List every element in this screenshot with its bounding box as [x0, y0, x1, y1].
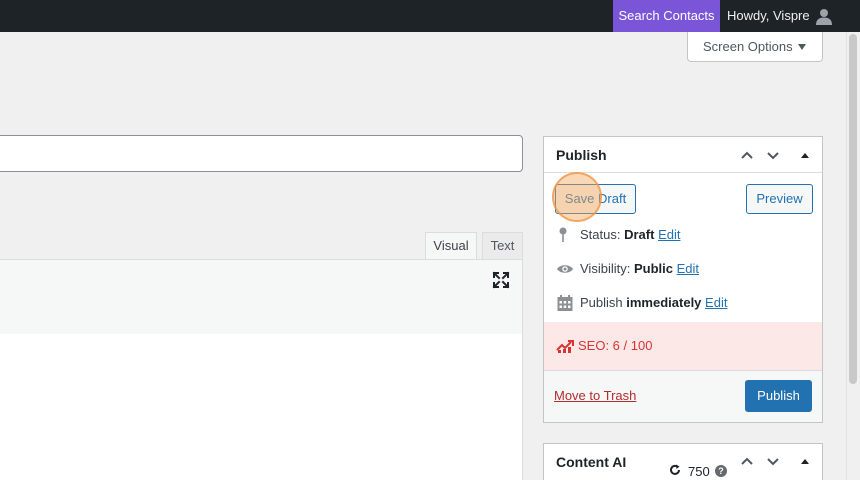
seo-score-text: SEO: 6 / 100: [578, 338, 653, 353]
edit-schedule-link[interactable]: Edit: [705, 295, 727, 310]
screen-options-label: Screen Options: [703, 39, 793, 54]
tab-text[interactable]: Text: [482, 232, 523, 260]
search-contacts-button[interactable]: Search Contacts: [613, 0, 720, 32]
user-avatar-icon[interactable]: [815, 7, 833, 25]
move-to-trash-link[interactable]: Move to Trash: [554, 388, 636, 403]
status-label: Status:: [580, 227, 621, 242]
chevron-down-icon[interactable]: [766, 148, 780, 162]
content-ai-title: Content AI: [556, 454, 627, 470]
screen-options-button[interactable]: Screen Options: [687, 32, 823, 62]
refresh-icon[interactable]: [668, 463, 682, 477]
post-title-input[interactable]: [0, 135, 523, 172]
status-value: Draft: [624, 227, 655, 242]
publish-schedule-label: Publish: [580, 295, 623, 310]
status-row: Status: Draft Edit: [556, 225, 796, 245]
content-ai-credits: 750: [688, 464, 710, 479]
editor-content-area[interactable]: [0, 334, 523, 480]
edit-visibility-link[interactable]: Edit: [677, 261, 699, 276]
caret-down-icon: [798, 44, 806, 50]
edit-status-link[interactable]: Edit: [658, 227, 680, 242]
visibility-value: Public: [633, 261, 673, 276]
collapse-toggle-icon[interactable]: [798, 454, 812, 468]
howdy-user-menu[interactable]: Howdy, Vispre: [727, 0, 810, 32]
publish-schedule-row: Publish immediately Edit: [556, 293, 796, 313]
content-ai-box: Content AI 750 ?: [543, 443, 823, 480]
click-highlight-marker: [552, 172, 602, 222]
visibility-row: Visibility: Public Edit: [556, 259, 796, 279]
chevron-up-icon[interactable]: [740, 148, 754, 162]
preview-button[interactable]: Preview: [746, 184, 813, 214]
seo-score-row[interactable]: SEO: 6 / 100: [544, 322, 822, 370]
visibility-label: Visibility:: [580, 261, 631, 276]
pin-icon: [559, 227, 567, 242]
editor-toolbar: [0, 259, 523, 335]
chevron-up-icon[interactable]: [740, 454, 754, 468]
publish-button[interactable]: Publish: [745, 380, 812, 412]
chevron-down-icon[interactable]: [766, 454, 780, 468]
collapse-toggle-icon[interactable]: [798, 148, 812, 162]
help-icon[interactable]: ?: [715, 465, 727, 477]
publish-box-title: Publish: [556, 147, 607, 163]
calendar-icon: [557, 295, 573, 311]
major-publishing-actions: Move to Trash Publish: [544, 370, 822, 422]
tab-visual[interactable]: Visual: [425, 232, 477, 260]
publish-schedule-value: immediately: [626, 295, 702, 310]
fullscreen-icon[interactable]: [492, 271, 510, 289]
publish-box-header: Publish: [544, 137, 822, 173]
seo-score-icon: [556, 340, 574, 353]
eye-icon: [557, 265, 573, 273]
scrollbar-thumb[interactable]: [849, 34, 857, 384]
